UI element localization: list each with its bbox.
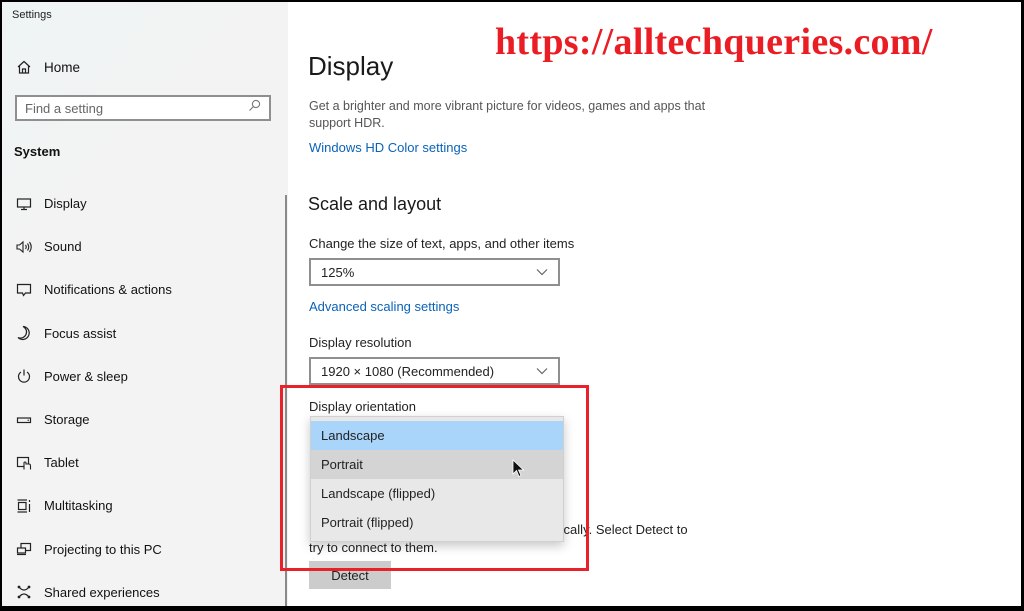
sidebar-item-label: Power & sleep	[44, 368, 128, 384]
mouse-cursor-icon	[512, 459, 526, 484]
sidebar-item-label: Shared experiences	[44, 584, 160, 600]
chevron-down-icon	[536, 362, 548, 380]
sidebar-item-focus-assist[interactable]: Focus assist	[2, 312, 288, 355]
sidebar-item-label: Multitasking	[44, 498, 113, 514]
storage-icon	[14, 410, 34, 430]
sidebar-item-tablet[interactable]: Tablet	[2, 441, 288, 484]
speaker-icon	[14, 237, 34, 257]
resolution-select[interactable]: 1920 × 1080 (Recommended)	[309, 357, 560, 385]
scale-layout-heading: Scale and layout	[308, 194, 442, 214]
detect-description-line2: try to connect to them.	[309, 540, 438, 555]
orientation-label: Display orientation	[309, 399, 416, 414]
page-title: Display	[308, 51, 394, 81]
shared-experiences-icon	[14, 582, 34, 602]
sidebar-home[interactable]: Home	[14, 57, 80, 77]
app-title: Settings	[12, 9, 52, 21]
sidebar-divider	[285, 195, 287, 606]
main-content: Display Get a brighter and more vibrant …	[280, 2, 1021, 606]
resolution-label: Display resolution	[309, 335, 412, 350]
sidebar: Settings Home System Display	[2, 2, 288, 606]
sidebar-item-notifications[interactable]: Notifications & actions	[2, 268, 288, 311]
windows-hd-color-settings-link[interactable]: Windows HD Color settings	[309, 140, 467, 155]
sidebar-item-label: Notifications & actions	[44, 282, 172, 298]
sidebar-item-display[interactable]: Display	[2, 182, 288, 225]
resolution-value: 1920 × 1080 (Recommended)	[321, 363, 495, 379]
section-label-system: System	[14, 144, 61, 159]
sidebar-item-label: Tablet	[44, 455, 79, 471]
sidebar-item-label: Storage	[44, 412, 90, 428]
sidebar-nav: Display Sound Notifications & actions Fo…	[2, 182, 288, 606]
search-box[interactable]	[15, 95, 271, 121]
scale-label: Change the size of text, apps, and other…	[309, 236, 575, 251]
sidebar-item-label: Display	[44, 196, 87, 212]
power-icon	[14, 366, 34, 386]
multitasking-icon	[14, 496, 34, 516]
search-input[interactable]	[25, 100, 225, 116]
home-label: Home	[44, 59, 81, 75]
home-icon	[14, 57, 34, 77]
orientation-option-landscape[interactable]: Landscape	[311, 421, 563, 450]
sidebar-item-multitasking[interactable]: Multitasking	[2, 484, 288, 527]
watermark-url: https://alltechqueries.com/	[495, 21, 933, 63]
monitor-icon	[14, 194, 34, 214]
sidebar-item-label: Projecting to this PC	[44, 541, 162, 557]
notification-icon	[14, 280, 34, 300]
projecting-icon	[14, 539, 34, 559]
sidebar-item-label: Focus assist	[44, 325, 117, 341]
detect-button[interactable]: Detect	[309, 561, 391, 589]
sidebar-item-storage[interactable]: Storage	[2, 398, 288, 441]
scale-select[interactable]: 125%	[309, 258, 560, 286]
search-icon[interactable]	[248, 99, 261, 117]
hdr-description: Get a brighter and more vibrant picture …	[309, 99, 706, 130]
settings-window: Settings Home System Display	[2, 2, 1021, 606]
orientation-option-portrait-flipped[interactable]: Portrait (flipped)	[311, 508, 563, 537]
sidebar-item-shared-experiences[interactable]: Shared experiences	[2, 571, 288, 606]
moon-icon	[14, 323, 34, 343]
advanced-scaling-settings-link[interactable]: Advanced scaling settings	[309, 299, 459, 314]
sidebar-item-power-sleep[interactable]: Power & sleep	[2, 355, 288, 398]
sidebar-item-sound[interactable]: Sound	[2, 225, 288, 268]
sidebar-item-label: Sound	[44, 239, 82, 255]
tablet-icon	[14, 453, 34, 473]
scale-value: 125%	[321, 264, 355, 280]
sidebar-item-projecting[interactable]: Projecting to this PC	[2, 528, 288, 571]
chevron-down-icon	[536, 263, 548, 281]
